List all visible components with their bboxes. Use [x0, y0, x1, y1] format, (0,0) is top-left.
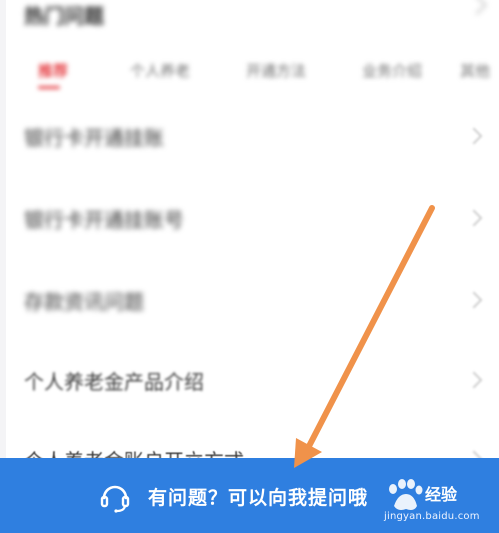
section-header[interactable]: 热门问题	[24, 0, 487, 28]
chevron-right-icon	[467, 0, 487, 15]
list-item-label: 个人养老金产品介绍	[24, 370, 204, 394]
tab-recommended[interactable]: 推荐	[38, 60, 68, 81]
chevron-right-icon	[465, 371, 483, 389]
tab-other[interactable]: 其他	[460, 60, 490, 81]
list-item-label: 存款资讯问题	[24, 290, 144, 314]
paw-logo-icon	[389, 479, 423, 510]
list-item[interactable]: 银行卡开通挂账号	[24, 204, 484, 244]
watermark-brand: 经验	[425, 485, 458, 504]
category-tabs: 推荐 个人养老 开通方法 业务介绍 其他	[30, 52, 499, 102]
tab-how-to-open[interactable]: 开通方法	[246, 60, 306, 81]
list-item-label: 银行卡开通挂账号	[24, 208, 184, 232]
chevron-right-icon	[465, 291, 483, 309]
chevron-right-icon	[465, 127, 483, 145]
section-title: 热门问题	[24, 4, 104, 28]
ask-question-text: 有问题？可以向我提问哦	[148, 487, 369, 509]
watermark-url: jingyan.baidu.com	[384, 511, 480, 522]
list-item-label: 银行卡开通挂账	[24, 126, 164, 150]
list-item[interactable]: 个人养老金产品介绍	[24, 366, 484, 406]
headset-icon	[100, 485, 130, 513]
tab-personal-pension[interactable]: 个人养老	[130, 60, 190, 81]
active-tab-indicator	[38, 86, 60, 89]
list-item[interactable]: 银行卡开通挂账	[24, 122, 484, 162]
tab-business-intro[interactable]: 业务介绍	[362, 60, 422, 81]
list-item[interactable]: 存款资讯问题	[24, 286, 484, 326]
chevron-right-icon	[465, 209, 483, 227]
